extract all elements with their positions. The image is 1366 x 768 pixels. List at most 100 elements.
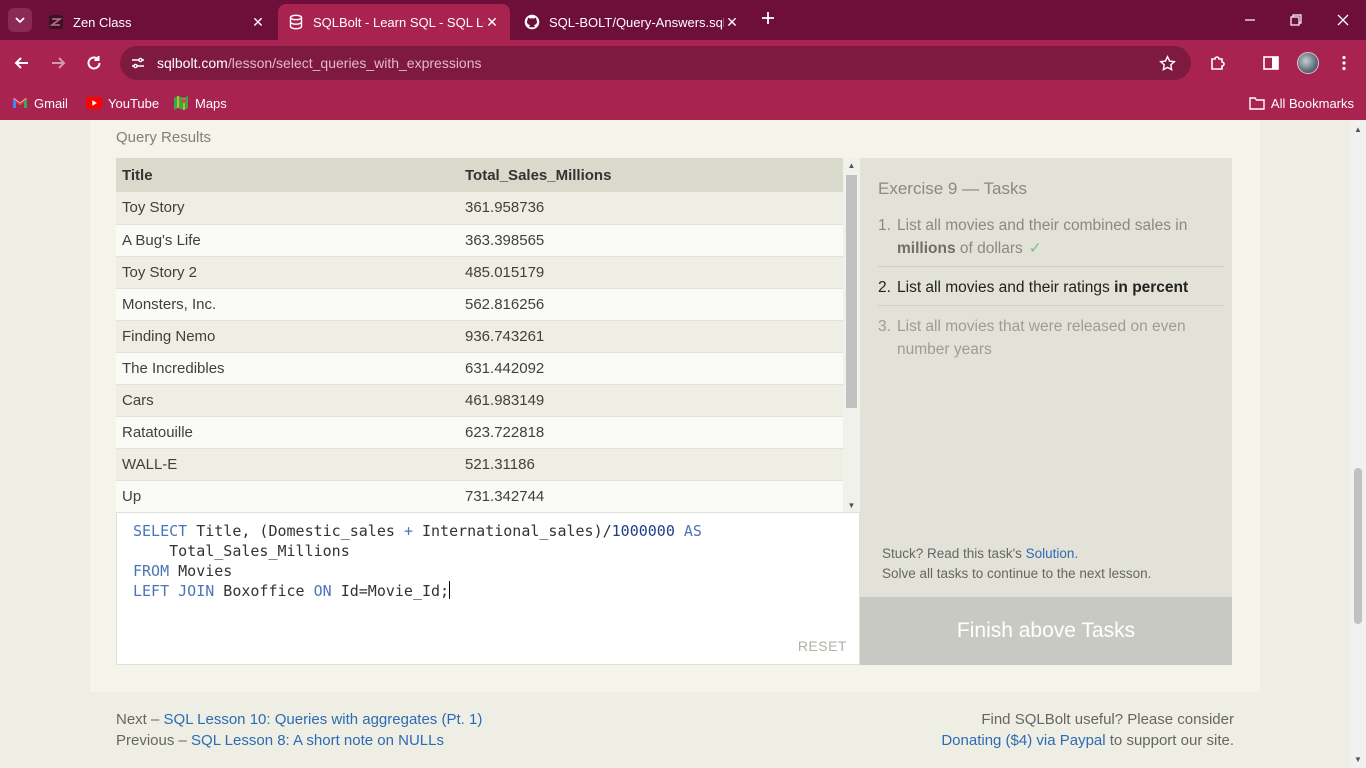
results-scrollbar-thumb[interactable]	[846, 175, 857, 408]
useful-text: Find SQLBolt useful? Please consider	[981, 711, 1234, 728]
bookmark-youtube[interactable]: YouTube	[86, 92, 159, 114]
table-row: Toy Story 2 485.015179	[116, 256, 843, 289]
bookmark-label: Gmail	[34, 95, 68, 111]
tab-search-button[interactable]	[8, 8, 32, 32]
youtube-icon	[86, 95, 102, 111]
table-cell: 521.31186	[459, 448, 843, 481]
table-cell: 623.722818	[459, 416, 843, 449]
sql-text: Id=Movie_Id;	[331, 582, 450, 600]
table-row: WALL-E 521.31186	[116, 448, 843, 481]
table-cell: 631.442092	[459, 352, 843, 385]
task-text: List all movies and their ratings in per…	[897, 276, 1188, 299]
bookmark-gmail[interactable]: Gmail	[12, 92, 68, 114]
task-text-start: List all movies and their ratings	[897, 279, 1115, 296]
tab-sqlbolt[interactable]: SQLBolt - Learn SQL - SQL Lesson 9: Quer…	[278, 4, 510, 40]
table-cell: 361.958736	[459, 192, 843, 225]
finish-tasks-button[interactable]: Finish above Tasks	[860, 597, 1232, 665]
checkmark-icon: ✓	[1028, 240, 1042, 257]
minimize-button[interactable]	[1240, 10, 1260, 30]
query-results-table-container[interactable]: Title Total_Sales_Millions Toy Story 361.…	[116, 158, 860, 512]
scroll-up-arrow-icon[interactable]: ▲	[843, 158, 860, 172]
url-host: sqlbolt.com	[157, 55, 228, 71]
task-item: 3. List all movies that were released on…	[878, 313, 1224, 367]
extensions-button[interactable]	[1207, 52, 1229, 74]
restore-button[interactable]	[1286, 10, 1306, 30]
results-body: Toy Story 361.958736 A Bug's Life 363.3985…	[116, 192, 843, 512]
table-cell: The Incredibles	[116, 352, 459, 385]
side-panel-button[interactable]	[1260, 52, 1282, 74]
browser-toolbar: sqlbolt.com/lesson/select_queries_with_e…	[0, 40, 1366, 86]
column-header: Title	[116, 158, 459, 192]
results-scrollbar[interactable]: ▲ ▼	[843, 158, 860, 512]
table-cell: 731.342744	[459, 480, 843, 512]
site-info-icon[interactable]	[128, 53, 148, 73]
back-button[interactable]	[10, 51, 34, 75]
next-prefix: Next –	[116, 711, 164, 728]
text-cursor	[449, 581, 451, 599]
previous-lesson-link[interactable]: SQL Lesson 8: A short note on NULLs	[191, 732, 444, 749]
task-emphasis: in percent	[1114, 279, 1189, 296]
tab-zen-class[interactable]: Zen Class ✕	[38, 4, 276, 40]
close-tab-icon[interactable]: ✕	[250, 14, 266, 30]
reload-button[interactable]	[82, 51, 106, 75]
sql-text: International_sales)/	[412, 522, 612, 540]
task-text-end: of dollars	[955, 240, 1023, 257]
restore-icon	[1290, 14, 1302, 26]
next-lesson-link[interactable]: SQL Lesson 10: Queries with aggregates (…	[164, 711, 483, 728]
forward-button[interactable]	[46, 51, 70, 75]
stuck-text: Stuck? Read this task's	[882, 546, 1026, 561]
sql-editor[interactable]: SELECT Title, (Domestic_sales + Internat…	[116, 512, 860, 665]
reset-button[interactable]: RESET	[798, 638, 847, 654]
table-cell: 485.015179	[459, 256, 843, 289]
sql-keyword: ON	[313, 582, 332, 600]
page-scrollbar-thumb[interactable]	[1354, 468, 1362, 624]
code-line: LEFT JOIN Boxoffice ON Id=Movie_Id;	[133, 581, 702, 601]
tab-github[interactable]: SQL-BOLT/Query-Answers.sql at main ✕	[514, 4, 750, 40]
bookmark-label: YouTube	[108, 95, 160, 111]
sql-code[interactable]: SELECT Title, (Domestic_sales + Internat…	[133, 521, 702, 601]
table-cell: Cars	[116, 384, 459, 417]
donate-link[interactable]: Donating ($4) via Paypal	[941, 732, 1105, 749]
page-scrollbar[interactable]: ▲ ▼	[1350, 120, 1366, 768]
bookmark-star-icon[interactable]	[1157, 53, 1177, 73]
table-row: Cars 461.983149	[116, 384, 843, 417]
url-text: sqlbolt.com/lesson/select_queries_with_e…	[157, 55, 482, 71]
task-text: List all movies and their combined sales…	[897, 214, 1224, 260]
address-bar[interactable]: sqlbolt.com/lesson/select_queries_with_e…	[120, 46, 1191, 80]
table-cell: WALL-E	[116, 448, 459, 481]
maps-icon	[173, 95, 189, 111]
code-line: Total_Sales_Millions	[133, 541, 702, 561]
all-bookmarks-button[interactable]: All Bookmarks	[1249, 92, 1354, 114]
column-header: Total_Sales_Millions	[459, 158, 843, 192]
sql-keyword: LEFT JOIN	[133, 582, 215, 600]
browser-menu-button[interactable]	[1333, 52, 1355, 74]
page-scroll-up-arrow-icon[interactable]: ▲	[1350, 122, 1366, 136]
lesson-navigation: Next – SQL Lesson 10: Queries with aggre…	[116, 709, 482, 751]
task-list: 1. List all movies and their combined sa…	[878, 212, 1224, 374]
table-row: Finding Nemo 936.743261	[116, 320, 843, 353]
table-row: Monsters, Inc. 562.816256	[116, 288, 843, 321]
close-window-button[interactable]	[1333, 10, 1353, 30]
sql-text: Boxoffice	[214, 582, 314, 600]
folder-icon	[1249, 95, 1265, 111]
tab-strip: Zen Class ✕ SQLBolt - Learn SQL - SQL Le…	[0, 0, 1366, 40]
scroll-down-arrow-icon[interactable]: ▼	[843, 498, 860, 512]
solution-link[interactable]: Solution	[1026, 546, 1075, 561]
table-cell: 936.743261	[459, 320, 843, 353]
bookmark-maps[interactable]: Maps	[173, 92, 227, 114]
page-scroll-down-arrow-icon[interactable]: ▼	[1350, 752, 1366, 766]
arrow-left-icon	[14, 57, 28, 69]
close-tab-icon[interactable]: ✕	[484, 14, 500, 30]
arrow-right-icon	[52, 57, 66, 69]
table-row: Up 731.342744	[116, 480, 843, 512]
new-tab-button[interactable]	[758, 10, 778, 30]
task-number: 1.	[878, 217, 891, 234]
sql-keyword: +	[403, 522, 413, 540]
tasks-title: Exercise 9 — Tasks	[878, 179, 1027, 198]
puzzle-icon	[1211, 56, 1225, 70]
close-tab-icon[interactable]: ✕	[724, 14, 740, 30]
profile-avatar[interactable]	[1297, 52, 1319, 74]
chevron-down-icon	[15, 17, 25, 24]
solve-all-text: Solve all tasks to continue to the next …	[882, 566, 1152, 581]
